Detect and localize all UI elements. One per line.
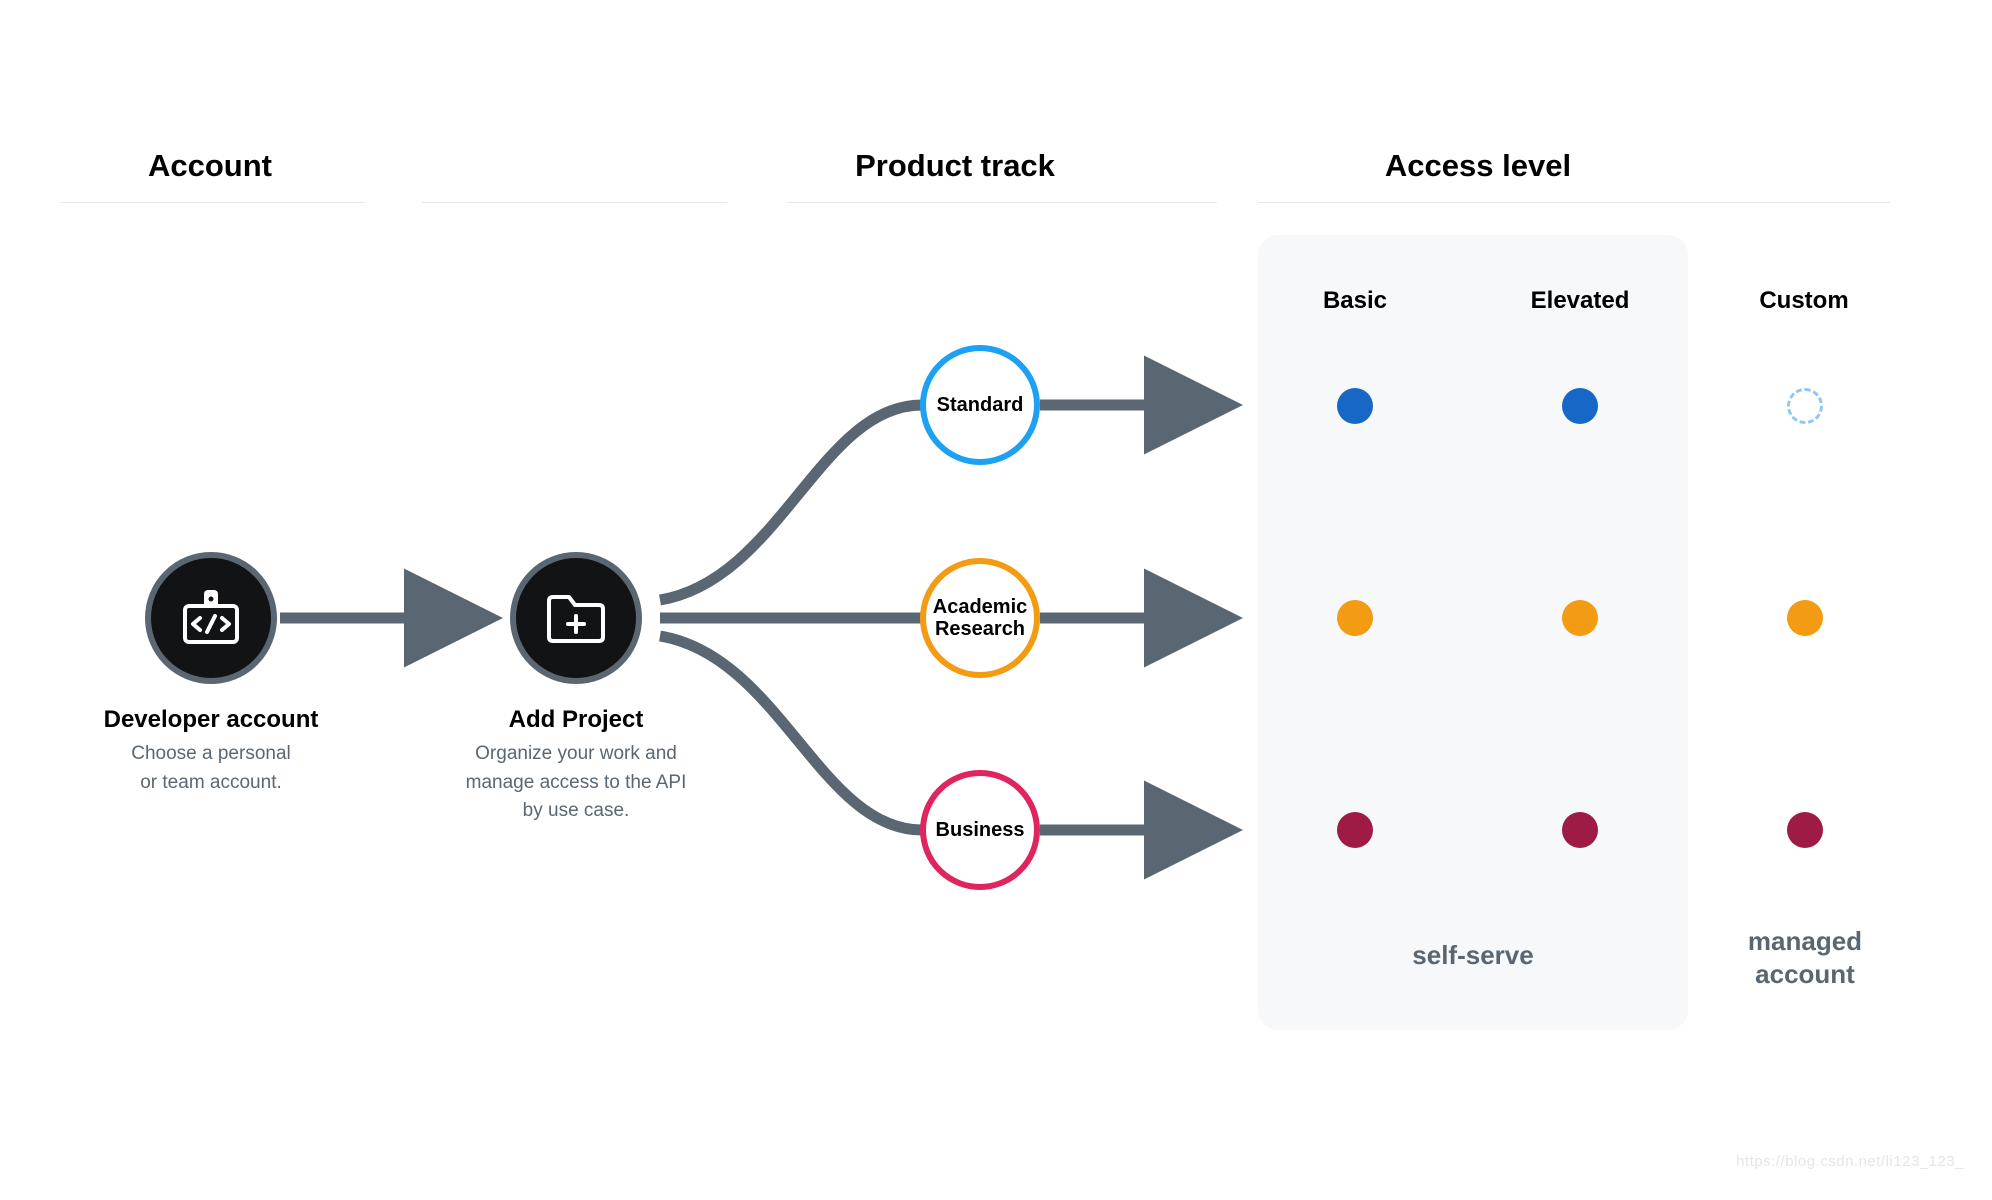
track-academic: AcademicResearch — [920, 558, 1040, 678]
column-header-product-track: Product track — [810, 148, 1100, 184]
dot-standard-basic — [1337, 388, 1373, 424]
add-project-node — [510, 552, 642, 684]
dot-standard-elevated — [1562, 388, 1598, 424]
diagram-stage: Account Product track Access level — [0, 0, 1992, 1200]
code-lock-icon — [179, 588, 243, 648]
dot-academic-custom — [1787, 600, 1823, 636]
track-standard-label: Standard — [937, 394, 1024, 416]
track-business: Business — [920, 770, 1040, 890]
access-header-basic: Basic — [1275, 287, 1435, 315]
folder-plus-icon — [545, 591, 607, 645]
footer-managed-l2: account — [1755, 959, 1855, 989]
track-academic-label: AcademicResearch — [933, 596, 1028, 641]
dot-business-custom — [1787, 812, 1823, 848]
dot-business-elevated — [1562, 812, 1598, 848]
add-project-sub1: Organize your work and — [475, 743, 677, 764]
add-project-sub3: by use case. — [523, 800, 630, 821]
developer-account-subtitle: Choose a personal or team account. — [51, 740, 371, 797]
track-standard: Standard — [920, 345, 1040, 465]
footer-managed-l1: managed — [1748, 926, 1862, 956]
access-header-elevated: Elevated — [1500, 287, 1660, 315]
divider-product-track — [787, 202, 1217, 203]
access-panel-self-serve — [1258, 235, 1688, 1030]
developer-account-sub1: Choose a personal — [131, 743, 291, 764]
dot-academic-basic — [1337, 600, 1373, 636]
add-project-sub2: manage access to the API — [466, 772, 687, 793]
footer-self-serve: self-serve — [1258, 940, 1688, 971]
add-project-title: Add Project — [416, 706, 736, 734]
access-header-custom: Custom — [1724, 287, 1884, 315]
watermark-text: https://blog.csdn.net/li123_123_ — [1736, 1153, 1964, 1170]
developer-account-title: Developer account — [51, 706, 371, 734]
dot-academic-elevated — [1562, 600, 1598, 636]
divider-project — [422, 202, 727, 203]
dot-business-basic — [1337, 812, 1373, 848]
developer-account-node — [145, 552, 277, 684]
track-business-label: Business — [936, 819, 1025, 841]
column-header-access-level: Access level — [1333, 148, 1623, 184]
divider-account — [60, 202, 365, 203]
developer-account-sub2: or team account. — [140, 772, 282, 793]
dot-standard-custom-outline — [1787, 388, 1823, 424]
column-header-account: Account — [65, 148, 355, 184]
add-project-subtitle: Organize your work and manage access to … — [416, 740, 736, 826]
footer-managed-account: managed account — [1715, 925, 1895, 990]
divider-access-level — [1258, 202, 1890, 203]
